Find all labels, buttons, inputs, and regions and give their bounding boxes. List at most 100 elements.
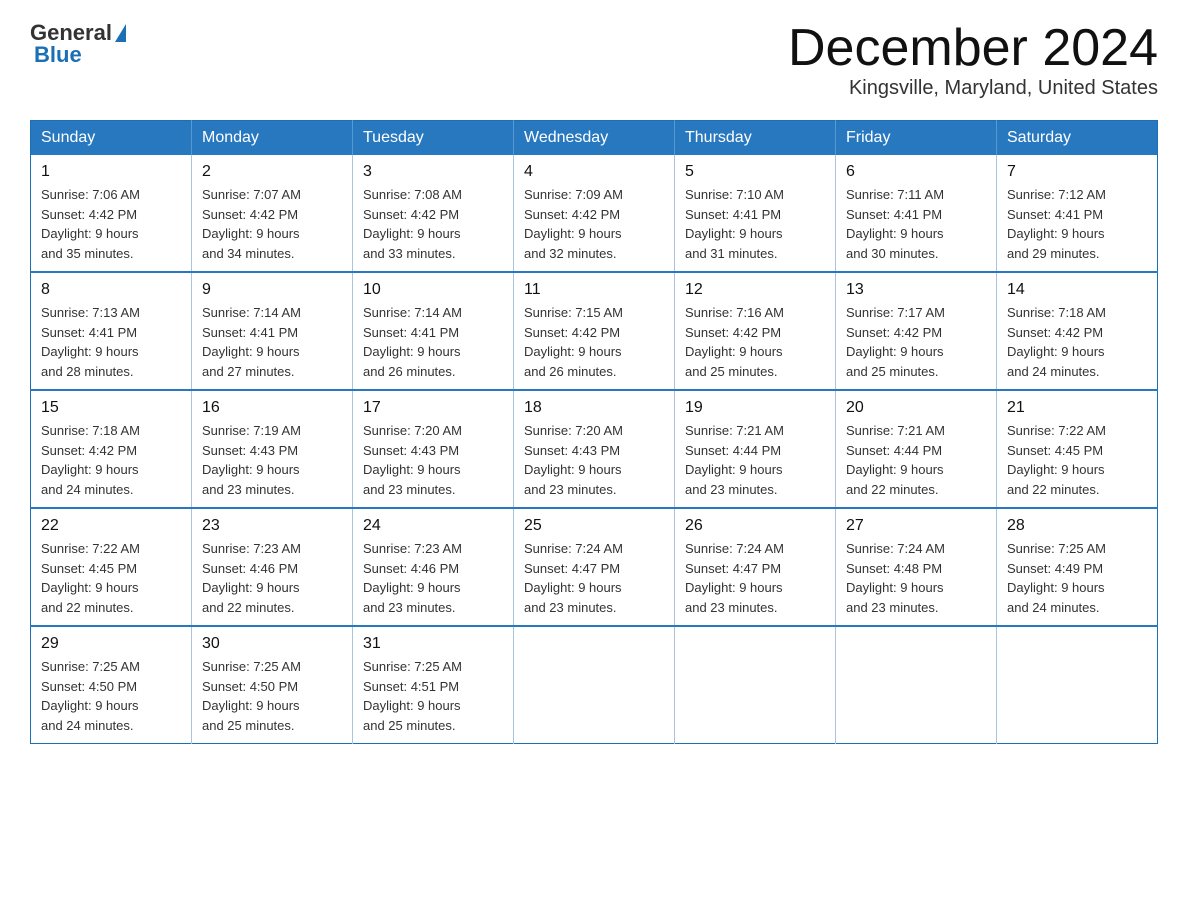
day-number: 21	[1007, 399, 1147, 417]
header-sunday: Sunday	[31, 121, 192, 156]
table-row: 27Sunrise: 7:24 AMSunset: 4:48 PMDayligh…	[836, 508, 997, 626]
calendar-week-row: 8 Sunrise: 7:13 AMSunset: 4:41 PMDaylight…	[31, 272, 1158, 390]
table-row: 9 Sunrise: 7:14 AMSunset: 4:41 PMDaylight…	[192, 272, 353, 390]
table-row: 8 Sunrise: 7:13 AMSunset: 4:41 PMDaylight…	[31, 272, 192, 390]
calendar-table: Sunday Monday Tuesday Wednesday Thursday…	[30, 120, 1158, 744]
calendar-week-row: 22 Sunrise: 7:22 AMSunset: 4:45 PMDayligh…	[31, 508, 1158, 626]
table-row	[997, 626, 1158, 744]
table-row	[514, 626, 675, 744]
location-subtitle: Kingsville, Maryland, United States	[788, 77, 1158, 100]
table-row: 22 Sunrise: 7:22 AMSunset: 4:45 PMDayligh…	[31, 508, 192, 626]
day-number: 1	[41, 163, 181, 181]
table-row	[836, 626, 997, 744]
header-tuesday: Tuesday	[353, 121, 514, 156]
day-number: 25	[524, 517, 664, 535]
table-row: 29Sunrise: 7:25 AMSunset: 4:50 PMDayligh…	[31, 626, 192, 744]
day-number: 4	[524, 163, 664, 181]
table-row: 15 Sunrise: 7:18 AMSunset: 4:42 PMDayligh…	[31, 390, 192, 508]
table-row: 11Sunrise: 7:15 AMSunset: 4:42 PMDayligh…	[514, 272, 675, 390]
day-number: 10	[363, 281, 503, 299]
day-info: Sunrise: 7:14 AMSunset: 4:41 PMDaylight:…	[202, 303, 342, 381]
day-number: 2	[202, 163, 342, 181]
table-row: 26 Sunrise: 7:24 AMSunset: 4:47 PMDayligh…	[675, 508, 836, 626]
day-info: Sunrise: 7:06 AMSunset: 4:42 PMDaylight:…	[41, 185, 181, 263]
table-row: 19 Sunrise: 7:21 AMSunset: 4:44 PMDayligh…	[675, 390, 836, 508]
day-number: 22	[41, 517, 181, 535]
day-info: Sunrise: 7:24 AMSunset: 4:48 PMDaylight:…	[846, 539, 986, 617]
calendar-week-row: 15 Sunrise: 7:18 AMSunset: 4:42 PMDayligh…	[31, 390, 1158, 508]
day-number: 19	[685, 399, 825, 417]
day-number: 29	[41, 635, 181, 653]
day-info: Sunrise: 7:24 AMSunset: 4:47 PMDaylight:…	[524, 539, 664, 617]
day-number: 8	[41, 281, 181, 299]
table-row: 7 Sunrise: 7:12 AMSunset: 4:41 PMDaylight…	[997, 155, 1158, 272]
table-row: 6 Sunrise: 7:11 AMSunset: 4:41 PMDaylight…	[836, 155, 997, 272]
day-number: 31	[363, 635, 503, 653]
day-number: 23	[202, 517, 342, 535]
table-row: 14Sunrise: 7:18 AMSunset: 4:42 PMDayligh…	[997, 272, 1158, 390]
table-row: 25 Sunrise: 7:24 AMSunset: 4:47 PMDayligh…	[514, 508, 675, 626]
table-row: 1 Sunrise: 7:06 AMSunset: 4:42 PMDaylight…	[31, 155, 192, 272]
day-number: 28	[1007, 517, 1147, 535]
header-thursday: Thursday	[675, 121, 836, 156]
day-number: 30	[202, 635, 342, 653]
day-info: Sunrise: 7:24 AMSunset: 4:47 PMDaylight:…	[685, 539, 825, 617]
day-info: Sunrise: 7:12 AMSunset: 4:41 PMDaylight:…	[1007, 185, 1147, 263]
table-row: 3Sunrise: 7:08 AMSunset: 4:42 PMDaylight…	[353, 155, 514, 272]
day-number: 15	[41, 399, 181, 417]
header-friday: Friday	[836, 121, 997, 156]
table-row: 4Sunrise: 7:09 AMSunset: 4:42 PMDaylight…	[514, 155, 675, 272]
day-number: 12	[685, 281, 825, 299]
day-number: 5	[685, 163, 825, 181]
day-info: Sunrise: 7:14 AMSunset: 4:41 PMDaylight:…	[363, 303, 503, 381]
day-info: Sunrise: 7:20 AMSunset: 4:43 PMDaylight:…	[524, 421, 664, 499]
table-row: 21 Sunrise: 7:22 AMSunset: 4:45 PMDayligh…	[997, 390, 1158, 508]
day-info: Sunrise: 7:11 AMSunset: 4:41 PMDaylight:…	[846, 185, 986, 263]
table-row: 17Sunrise: 7:20 AMSunset: 4:43 PMDayligh…	[353, 390, 514, 508]
day-info: Sunrise: 7:22 AMSunset: 4:45 PMDaylight:…	[1007, 421, 1147, 499]
month-year-title: December 2024	[788, 20, 1158, 77]
table-row: 2 Sunrise: 7:07 AMSunset: 4:42 PMDaylight…	[192, 155, 353, 272]
day-info: Sunrise: 7:10 AMSunset: 4:41 PMDaylight:…	[685, 185, 825, 263]
table-row: 24Sunrise: 7:23 AMSunset: 4:46 PMDayligh…	[353, 508, 514, 626]
table-row: 16 Sunrise: 7:19 AMSunset: 4:43 PMDayligh…	[192, 390, 353, 508]
day-info: Sunrise: 7:15 AMSunset: 4:42 PMDaylight:…	[524, 303, 664, 381]
calendar-week-row: 1 Sunrise: 7:06 AMSunset: 4:42 PMDaylight…	[31, 155, 1158, 272]
day-info: Sunrise: 7:25 AMSunset: 4:50 PMDaylight:…	[202, 657, 342, 735]
table-row: 13 Sunrise: 7:17 AMSunset: 4:42 PMDayligh…	[836, 272, 997, 390]
day-info: Sunrise: 7:08 AMSunset: 4:42 PMDaylight:…	[363, 185, 503, 263]
table-row: 23 Sunrise: 7:23 AMSunset: 4:46 PMDayligh…	[192, 508, 353, 626]
day-number: 7	[1007, 163, 1147, 181]
day-info: Sunrise: 7:21 AMSunset: 4:44 PMDaylight:…	[846, 421, 986, 499]
logo-triangle-icon	[115, 24, 126, 42]
calendar-week-row: 29 Sunrise: 7:25 AMSunset: 4:50 PMDayligh…	[31, 626, 1158, 744]
day-info: Sunrise: 7:25 AMSunset: 4:51 PMDaylight:…	[363, 657, 503, 735]
day-info: Sunrise: 7:13 AMSunset: 4:41 PMDaylight:…	[41, 303, 181, 381]
header: General Blue December 2024 Kingsville, M…	[30, 20, 1158, 100]
day-info: Sunrise: 7:07 AMSunset: 4:42 PMDaylight:…	[202, 185, 342, 263]
table-row	[675, 626, 836, 744]
table-row: 30 Sunrise: 7:25 AMSunset: 4:50 PMDayligh…	[192, 626, 353, 744]
day-info: Sunrise: 7:20 AMSunset: 4:43 PMDaylight:…	[363, 421, 503, 499]
day-number: 6	[846, 163, 986, 181]
day-info: Sunrise: 7:19 AMSunset: 4:43 PMDaylight:…	[202, 421, 342, 499]
day-info: Sunrise: 7:18 AMSunset: 4:42 PMDaylight:…	[41, 421, 181, 499]
day-number: 9	[202, 281, 342, 299]
day-info: Sunrise: 7:22 AMSunset: 4:45 PMDaylight:…	[41, 539, 181, 617]
day-number: 16	[202, 399, 342, 417]
day-number: 26	[685, 517, 825, 535]
day-number: 18	[524, 399, 664, 417]
header-monday: Monday	[192, 121, 353, 156]
day-info: Sunrise: 7:18 AMSunset: 4:42 PMDaylight:…	[1007, 303, 1147, 381]
day-number: 24	[363, 517, 503, 535]
day-number: 13	[846, 281, 986, 299]
day-number: 20	[846, 399, 986, 417]
day-info: Sunrise: 7:23 AMSunset: 4:46 PMDaylight:…	[202, 539, 342, 617]
table-row: 12Sunrise: 7:16 AMSunset: 4:42 PMDayligh…	[675, 272, 836, 390]
table-row: 28Sunrise: 7:25 AMSunset: 4:49 PMDayligh…	[997, 508, 1158, 626]
day-info: Sunrise: 7:17 AMSunset: 4:42 PMDaylight:…	[846, 303, 986, 381]
calendar-header-row: Sunday Monday Tuesday Wednesday Thursday…	[31, 121, 1158, 156]
day-info: Sunrise: 7:21 AMSunset: 4:44 PMDaylight:…	[685, 421, 825, 499]
table-row: 31 Sunrise: 7:25 AMSunset: 4:51 PMDayligh…	[353, 626, 514, 744]
table-row: 20 Sunrise: 7:21 AMSunset: 4:44 PMDayligh…	[836, 390, 997, 508]
